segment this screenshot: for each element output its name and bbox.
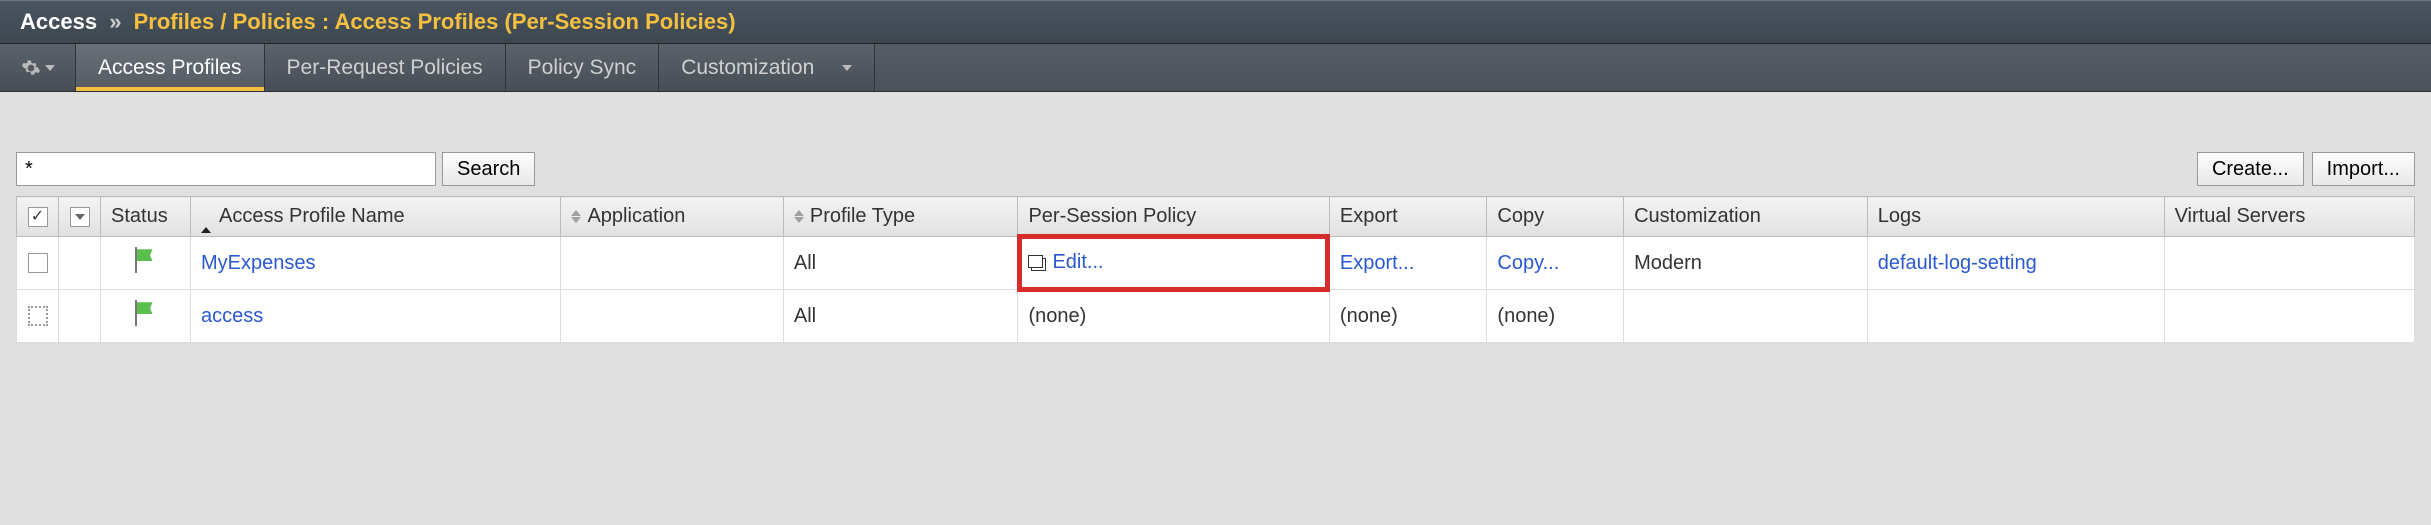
flag-icon <box>135 247 157 273</box>
row-status-cell <box>101 290 191 343</box>
row-virtual-servers-cell <box>2164 290 2414 343</box>
row-export-cell: Export... <box>1329 237 1486 290</box>
row-application-cell <box>561 290 783 343</box>
row-per-session-cell: (none) <box>1018 290 1329 343</box>
toolbar: Search Create... Import... <box>16 152 2415 186</box>
search-input[interactable] <box>16 152 436 186</box>
edit-policy-link[interactable]: Edit... <box>1052 251 1103 274</box>
column-label: Access Profile Name <box>219 205 405 227</box>
row-logs-cell <box>1867 290 2164 343</box>
column-label: Copy <box>1497 205 1544 227</box>
tab-policy-sync[interactable]: Policy Sync <box>506 44 660 91</box>
tab-access-profiles[interactable]: Access Profiles <box>76 44 265 91</box>
breadcrumb-root[interactable]: Access <box>20 9 97 34</box>
tab-label: Policy Sync <box>528 56 637 80</box>
toolbar-left: Search <box>16 152 535 186</box>
row-name-cell: access <box>191 290 561 343</box>
chevron-down-icon <box>842 65 852 71</box>
window-icon <box>1028 255 1044 269</box>
copy-link[interactable]: Copy... <box>1497 252 1559 274</box>
tab-label: Customization <box>681 56 814 80</box>
checkbox-icon <box>28 253 48 273</box>
table-row: MyExpenses All Edit... Export... Copy...… <box>17 237 2415 290</box>
column-profile-type[interactable]: Profile Type <box>783 197 1018 237</box>
column-label: Status <box>111 205 168 227</box>
column-virtual-servers[interactable]: Virtual Servers <box>2164 197 2414 237</box>
sort-asc-icon <box>201 205 211 233</box>
breadcrumb-path: Profiles / Policies : Access Profiles (P… <box>134 9 736 34</box>
column-label: Per-Session Policy <box>1028 205 1196 227</box>
row-per-session-cell: Edit... <box>1018 237 1329 290</box>
row-status-cell <box>101 237 191 290</box>
column-status[interactable]: Status <box>101 197 191 237</box>
column-label: Virtual Servers <box>2175 205 2306 227</box>
checkbox-dotted-icon <box>28 306 48 326</box>
create-button[interactable]: Create... <box>2197 152 2304 186</box>
column-copy[interactable]: Copy <box>1487 197 1624 237</box>
row-empty-cell <box>59 237 101 290</box>
access-profiles-table: Status Access Profile Name Application P… <box>16 196 2415 343</box>
row-profile-type-cell: All <box>783 237 1018 290</box>
tab-per-request-policies[interactable]: Per-Request Policies <box>265 44 506 91</box>
content-area: Search Create... Import... Status Access… <box>0 92 2431 359</box>
table-row: access All (none) (none) (none) <box>17 290 2415 343</box>
column-name[interactable]: Access Profile Name <box>191 197 561 237</box>
toolbar-right: Create... Import... <box>2197 152 2415 186</box>
column-label: Export <box>1340 205 1398 227</box>
dropdown-box-icon <box>70 207 90 227</box>
logs-link[interactable]: default-log-setting <box>1878 252 2037 274</box>
checkbox-icon <box>28 207 48 227</box>
flag-icon <box>135 300 157 326</box>
row-copy-cell: (none) <box>1487 290 1624 343</box>
export-link[interactable]: Export... <box>1340 252 1414 274</box>
column-label: Logs <box>1878 205 1921 227</box>
column-label: Application <box>587 205 685 227</box>
row-copy-cell: Copy... <box>1487 237 1624 290</box>
column-label: Profile Type <box>810 205 915 227</box>
column-logs[interactable]: Logs <box>1867 197 2164 237</box>
row-export-cell: (none) <box>1329 290 1486 343</box>
column-label: Customization <box>1634 205 1761 227</box>
row-application-cell <box>561 237 783 290</box>
sort-icon <box>571 210 581 223</box>
search-button[interactable]: Search <box>442 152 535 186</box>
tab-label: Access Profiles <box>98 56 242 80</box>
column-customization[interactable]: Customization <box>1624 197 1868 237</box>
tab-bar: Access Profiles Per-Request Policies Pol… <box>0 44 2431 92</box>
gear-icon <box>21 58 41 78</box>
gear-menu-button[interactable] <box>0 44 76 91</box>
import-button[interactable]: Import... <box>2312 152 2415 186</box>
row-name-cell: MyExpenses <box>191 237 561 290</box>
tab-customization[interactable]: Customization <box>659 44 875 91</box>
profile-name-link[interactable]: access <box>201 305 263 327</box>
column-per-session-policy[interactable]: Per-Session Policy <box>1018 197 1329 237</box>
column-select-all[interactable] <box>17 197 59 237</box>
row-profile-type-cell: All <box>783 290 1018 343</box>
chevron-down-icon <box>45 65 55 71</box>
row-logs-cell: default-log-setting <box>1867 237 2164 290</box>
profile-name-link[interactable]: MyExpenses <box>201 252 316 274</box>
breadcrumb: Access » Profiles / Policies : Access Pr… <box>20 9 2411 35</box>
row-empty-cell <box>59 290 101 343</box>
breadcrumb-separator: » <box>109 9 121 34</box>
row-checkbox-cell[interactable] <box>17 237 59 290</box>
row-customization-cell <box>1624 290 1868 343</box>
tab-label: Per-Request Policies <box>287 56 483 80</box>
row-checkbox-cell[interactable] <box>17 290 59 343</box>
column-filter-dropdown[interactable] <box>59 197 101 237</box>
column-application[interactable]: Application <box>561 197 783 237</box>
row-customization-cell: Modern <box>1624 237 1868 290</box>
row-virtual-servers-cell <box>2164 237 2414 290</box>
breadcrumb-bar: Access » Profiles / Policies : Access Pr… <box>0 0 2431 44</box>
column-export[interactable]: Export <box>1329 197 1486 237</box>
sort-icon <box>794 210 804 223</box>
